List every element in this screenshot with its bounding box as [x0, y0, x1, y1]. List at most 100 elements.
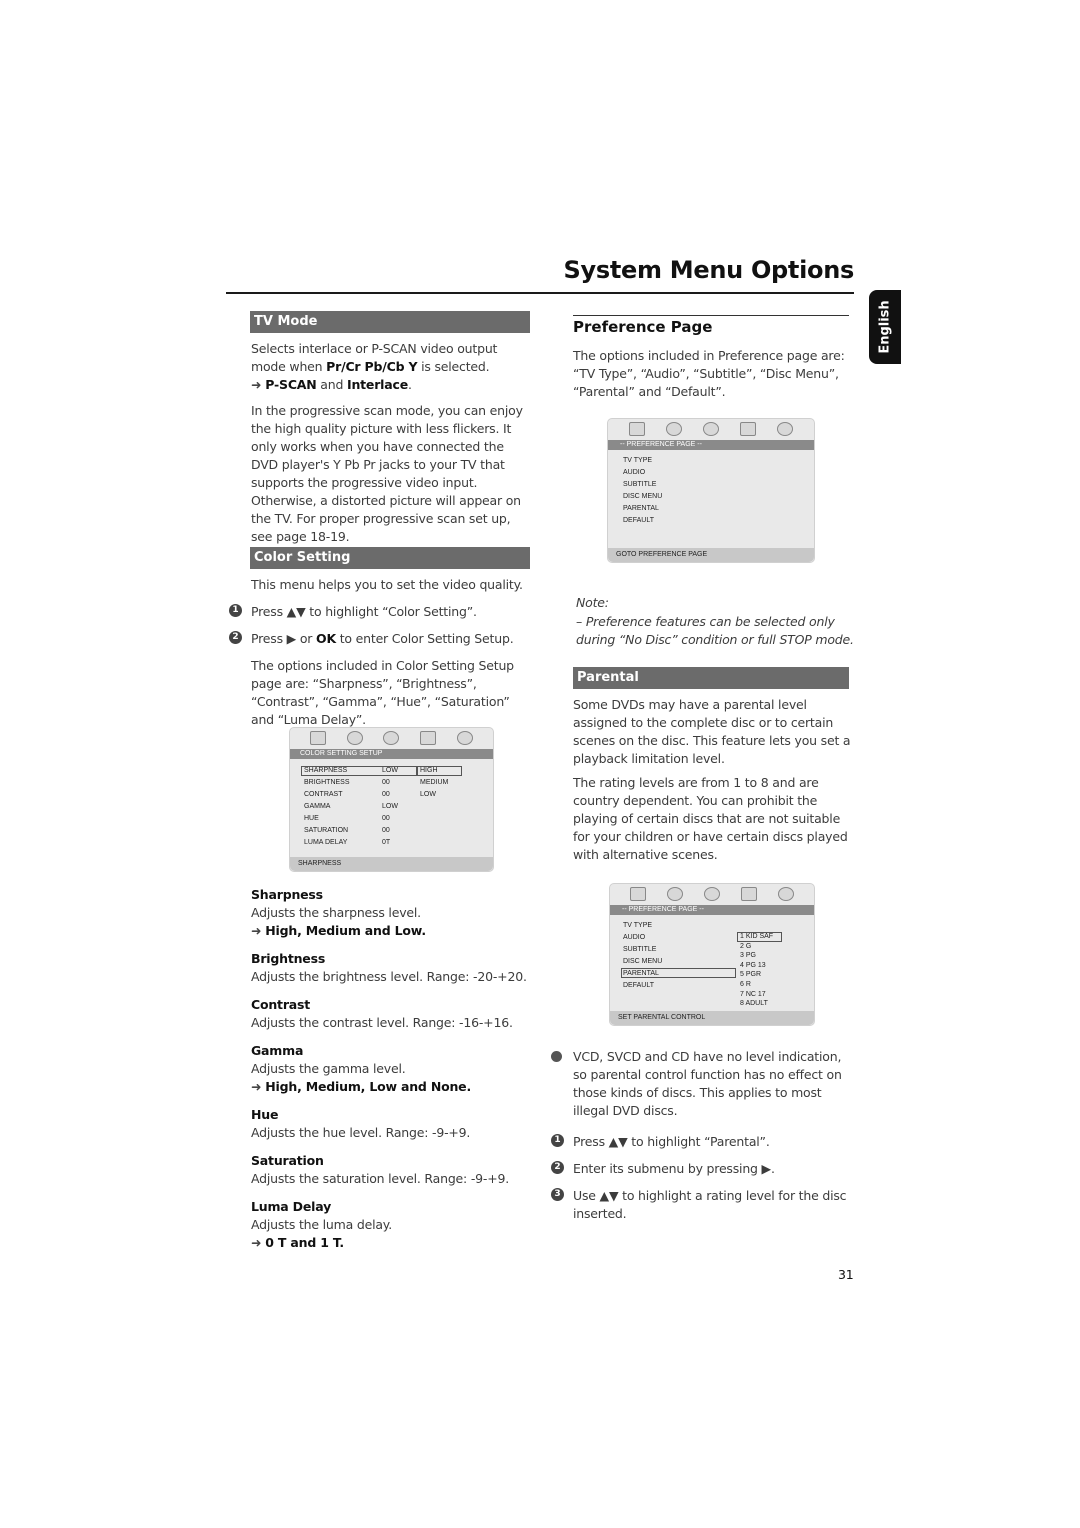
osd-menu-item[interactable]: TV TYPE — [623, 922, 652, 929]
setting-item-options: ➜ High, Medium and Low. — [251, 922, 541, 940]
setting-item-name: Gamma — [251, 1043, 304, 1058]
arrow-icon: ➜ — [251, 923, 262, 938]
setting-item-name: Contrast — [251, 997, 311, 1012]
general-setup-icon — [628, 422, 645, 436]
option-end: . — [407, 377, 412, 392]
osd-rating-option[interactable]: 5 PGR — [740, 971, 761, 978]
color-setting-intro: This menu helps you to set the video qua… — [251, 577, 523, 592]
osd-menu-item[interactable]: SUBTITLE — [623, 946, 656, 953]
parental-step: Press ▲▼ to highlight “Parental”. — [573, 1134, 770, 1149]
setting-item: Brightness Adjusts the brightness level. … — [251, 950, 541, 986]
osd-menu-item[interactable]: SUBTITLE — [623, 481, 656, 488]
osd-title-bar: -- PREFERENCE PAGE -- — [608, 440, 814, 450]
osd-menu-item[interactable]: DEFAULT — [623, 982, 654, 989]
osd-menu-item[interactable]: AUDIO — [623, 934, 645, 941]
lock-icon — [456, 731, 473, 745]
setting-item-desc: Adjusts the luma delay. — [251, 1217, 392, 1232]
general-setup-icon — [630, 887, 647, 901]
setting-item-desc: Adjusts the contrast level. Range: -16-+… — [251, 1015, 513, 1030]
osd-row-value: 0T — [382, 839, 391, 846]
osd-rating-option[interactable]: 4 PG 13 — [740, 962, 766, 969]
setting-item-options: ➜ 0 T and 1 T. — [251, 1234, 541, 1252]
osd-menu-item[interactable]: AUDIO — [623, 469, 645, 476]
audio-setup-icon — [346, 731, 363, 745]
language-tab-label: English — [877, 300, 893, 354]
osd-title-bar: -- PREFERENCE PAGE -- — [610, 905, 814, 915]
osd-row-label[interactable]: SATURATION — [304, 827, 348, 834]
audio-setup-icon — [665, 422, 682, 436]
preference-rule — [573, 315, 849, 316]
osd-row-value: LOW — [382, 767, 398, 774]
osd-row-value: 00 — [382, 779, 390, 786]
osd-rating-option[interactable]: 6 R — [740, 981, 751, 988]
osd-row-label[interactable]: LUMA DELAY — [304, 839, 347, 846]
osd-rating-option[interactable]: 3 PG — [740, 952, 756, 959]
video-setup-icon — [703, 887, 720, 901]
osd-rating-option[interactable]: 7 NC 17 — [740, 991, 766, 998]
step-number-2: 2 — [229, 631, 242, 644]
osd-menu-item[interactable]: DISC MENU — [623, 493, 662, 500]
audio-setup-icon — [667, 887, 684, 901]
header-rule — [226, 292, 854, 294]
option-pscan: P-SCAN — [265, 377, 317, 392]
osd-row-label[interactable]: BRIGHTNESS — [304, 779, 350, 786]
osd-menu-item[interactable]: DEFAULT — [623, 517, 654, 524]
osd-submenu-option[interactable]: HIGH — [420, 767, 438, 774]
osd-menu-item[interactable]: PARENTAL — [623, 505, 659, 512]
osd-footer: SHARPNESS — [290, 857, 493, 871]
parental-step: Use ▲▼ to highlight a rating level for t… — [573, 1188, 847, 1221]
osd-submenu-option[interactable]: MEDIUM — [420, 779, 448, 786]
osd-title-bar: COLOR SETTING SETUP — [290, 749, 493, 759]
setting-item-desc: Adjusts the saturation level. Range: -9-… — [251, 1171, 510, 1186]
osd-row-value: 00 — [382, 815, 390, 822]
parental-text-1: Some DVDs may have a parental level assi… — [573, 697, 851, 766]
setting-item: Gamma Adjusts the gamma level. ➜ High, Medi… — [251, 1042, 541, 1096]
osd-row-label[interactable]: GAMMA — [304, 803, 330, 810]
setting-item-name: Saturation — [251, 1153, 324, 1168]
osd-rating-option[interactable]: 1 KID SAF — [740, 933, 773, 940]
video-setup-icon — [383, 731, 400, 745]
parental-text-2: The rating levels are from 1 to 8 and ar… — [573, 775, 848, 862]
osd-row-label[interactable]: HUE — [304, 815, 319, 822]
osd-menu-item[interactable]: DISC MENU — [623, 958, 662, 965]
parental-heading: Parental — [573, 667, 849, 689]
setting-item-options: ➜ High, Medium, Low and None. — [251, 1078, 541, 1096]
setting-item: Saturation Adjusts the saturation level. … — [251, 1152, 541, 1188]
setting-item-options-text: High, Medium, Low and None. — [265, 1079, 472, 1094]
osd-row-label[interactable]: CONTRAST — [304, 791, 343, 798]
osd-icon-row — [610, 884, 814, 904]
setting-item-desc: Adjusts the brightness level. Range: -20… — [251, 969, 527, 984]
osd-preference-page: -- PREFERENCE PAGE -- TV TYPE AUDIO SUBTIT… — [607, 418, 815, 563]
osd-submenu-option[interactable]: LOW — [420, 791, 436, 798]
arrow-icon: ➜ — [251, 1235, 262, 1250]
osd-menu-item[interactable]: PARENTAL — [623, 970, 659, 977]
option-and: and — [316, 377, 347, 392]
osd-row-value: LOW — [382, 803, 398, 810]
color-step-2: Press ▶ or OK to enter Color Setting Set… — [251, 630, 536, 648]
step-number-3: 3 — [551, 1188, 564, 1201]
setting-item-name: Luma Delay — [251, 1199, 332, 1214]
setting-item: Contrast Adjusts the contrast level. Rang… — [251, 996, 541, 1032]
tv-mode-bold: Pr/Cr Pb/Cb Y — [326, 359, 418, 374]
osd-rating-option[interactable]: 8 ADULT — [740, 1000, 768, 1007]
step-number-2: 2 — [551, 1161, 564, 1174]
setting-item: Hue Adjusts the hue level. Range: -9-+9. — [251, 1106, 541, 1142]
osd-menu-item[interactable]: TV TYPE — [623, 457, 652, 464]
language-tab: English — [869, 290, 901, 364]
option-interlace: Interlace — [347, 377, 408, 392]
tv-mode-heading: TV Mode — [250, 311, 530, 333]
setting-item: Luma Delay Adjusts the luma delay. ➜ 0 T an… — [251, 1198, 541, 1252]
color-step-2-text: Press ▶ or — [251, 631, 317, 646]
lock-icon — [777, 422, 794, 436]
note-text: – Preference features can be selected on… — [576, 614, 854, 647]
bullet-icon — [551, 1051, 562, 1062]
osd-row-label[interactable]: SHARPNESS — [304, 767, 347, 774]
tv-mode-text-end: is selected. — [417, 359, 490, 374]
arrow-icon: ➜ — [251, 377, 262, 392]
preference-icon — [740, 422, 757, 436]
osd-rating-option[interactable]: 2 G — [740, 943, 751, 950]
setting-item: Sharpness Adjusts the sharpness level. ➜ Hi… — [251, 886, 541, 940]
color-step-2-end: to enter Color Setting Setup. — [335, 631, 514, 646]
ok-key: OK — [316, 631, 336, 646]
preference-text: The options included in Preference page … — [573, 348, 845, 399]
